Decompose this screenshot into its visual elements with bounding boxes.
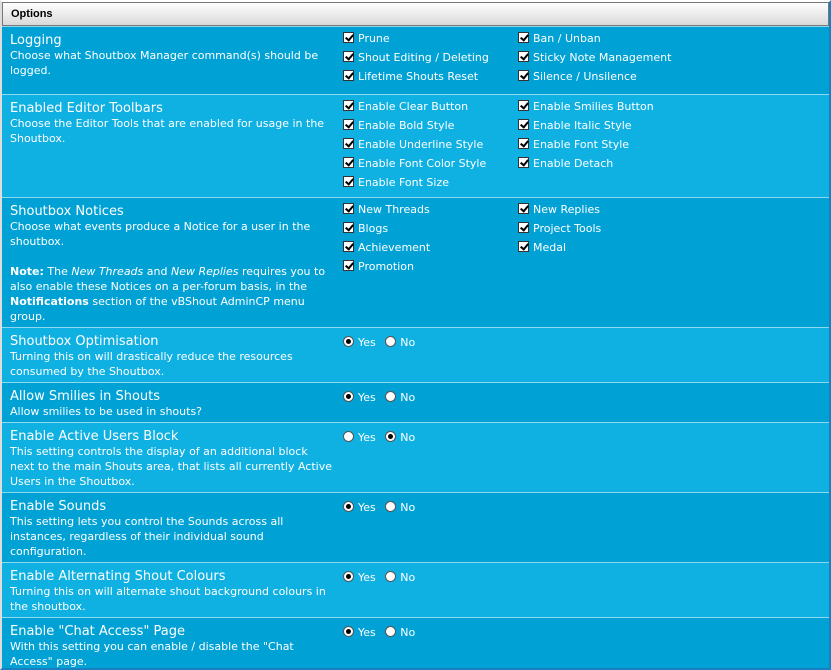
checkbox-new-replies[interactable]: New Replies [518,202,600,217]
setting-row-logging: Logging Choose what Shoutbox Manager com… [2,26,829,94]
setting-row-sounds: Enable Sounds This setting lets you cont… [2,492,829,562]
options-panel: Options Logging Choose what Shoutbox Man… [0,0,831,670]
section-title: Options [2,2,829,26]
setting-title: Enable Active Users Block [10,429,179,444]
checkbox-checked-icon[interactable] [518,241,529,252]
checkbox-font-color-style[interactable]: Enable Font Color Style [343,156,486,171]
radio-no[interactable] [385,391,397,402]
checkbox-italic-style[interactable]: Enable Italic Style [518,118,632,133]
checkbox-checked-icon[interactable] [518,138,529,149]
checkbox-lifetime-reset[interactable]: Lifetime Shouts Reset [343,69,478,84]
checkbox-medal[interactable]: Medal [518,240,566,255]
checkbox-smilies-button[interactable]: Enable Smilies Button [518,99,654,114]
setting-row-chat-access: Enable "Chat Access" Page With this sett… [2,617,829,668]
checkbox-checked-icon[interactable] [343,203,354,214]
checkbox-checked-icon[interactable] [343,176,354,187]
setting-row-optimisation: Shoutbox Optimisation Turning this on wi… [2,327,829,382]
setting-description: Choose what Shoutbox Manager command(s) … [10,49,319,77]
radio-group: Yes No [343,390,421,405]
radio-yes[interactable] [343,626,354,637]
setting-title: Enable Alternating Shout Colours [10,569,226,584]
checkbox-achievement[interactable]: Achievement [343,240,430,255]
checkbox-blogs[interactable]: Blogs [343,221,388,236]
checkbox-ban-unban[interactable]: Ban / Unban [518,31,601,46]
radio-yes[interactable] [343,571,354,582]
radio-no[interactable] [385,501,397,512]
checkbox-sticky-note[interactable]: Sticky Note Management [518,50,671,65]
setting-row-active-users: Enable Active Users Block This setting c… [2,422,829,492]
setting-description: Turning this on will drastically reduce … [10,350,293,378]
radio-no[interactable] [385,571,397,582]
checkbox-promotion[interactable]: Promotion [343,259,414,274]
radio-yes[interactable] [343,391,354,402]
setting-title: Enable Sounds [10,499,107,514]
radio-no[interactable] [385,626,397,637]
setting-row-notices: Shoutbox Notices Choose what events prod… [2,197,829,327]
checkbox-bold-style[interactable]: Enable Bold Style [343,118,454,133]
checkbox-silence[interactable]: Silence / Unsilence [518,69,637,84]
setting-title: Logging [10,33,62,48]
setting-row-toolbars: Enabled Editor Toolbars Choose the Edito… [2,94,829,197]
radio-group: Yes No [343,335,421,350]
checkbox-checked-icon[interactable] [343,70,354,81]
setting-row-alternating-colours: Enable Alternating Shout Colours Turning… [2,562,829,617]
checkbox-checked-icon[interactable] [343,51,354,62]
checkbox-checked-icon[interactable] [518,32,529,43]
radio-group: Yes No [343,570,421,585]
checkbox-checked-icon[interactable] [343,138,354,149]
checkbox-checked-icon[interactable] [343,241,354,252]
checkbox-checked-icon[interactable] [518,203,529,214]
checkbox-checked-icon[interactable] [518,51,529,62]
checkbox-checked-icon[interactable] [343,222,354,233]
checkbox-project-tools[interactable]: Project Tools [518,221,601,236]
setting-description: Choose what events produce a Notice for … [10,220,311,248]
checkbox-checked-icon[interactable] [343,100,354,111]
checkbox-checked-icon[interactable] [518,157,529,168]
radio-yes[interactable] [343,501,354,512]
setting-title: Shoutbox Notices [10,204,124,219]
radio-no[interactable] [385,431,397,442]
checkbox-checked-icon[interactable] [343,119,354,130]
checkbox-prune[interactable]: Prune [343,31,390,46]
setting-description: Allow smilies to be used in shouts? [10,405,203,418]
checkbox-checked-icon[interactable] [518,70,529,81]
radio-yes[interactable] [343,431,354,442]
setting-description: Turning this on will alternate shout bac… [10,585,326,613]
checkbox-checked-icon[interactable] [518,100,529,111]
setting-title: Allow Smilies in Shouts [10,389,161,404]
checkbox-font-size[interactable]: Enable Font Size [343,175,449,190]
checkbox-font-style[interactable]: Enable Font Style [518,137,629,152]
checkbox-checked-icon[interactable] [518,222,529,233]
setting-title: Enabled Editor Toolbars [10,101,163,116]
setting-description: Choose the Editor Tools that are enabled… [10,117,325,145]
setting-description: This setting lets you control the Sounds… [10,515,284,558]
setting-row-smilies: Allow Smilies in Shouts Allow smilies to… [2,382,829,422]
setting-description: This setting controls the display of an … [10,445,332,488]
setting-title: Enable "Chat Access" Page [10,624,185,639]
radio-no[interactable] [385,336,397,347]
checkbox-clear-button[interactable]: Enable Clear Button [343,99,468,114]
checkbox-underline-style[interactable]: Enable Underline Style [343,137,483,152]
checkbox-checked-icon[interactable] [518,119,529,130]
radio-group: Yes No [343,625,421,640]
radio-yes[interactable] [343,336,354,347]
setting-note: Note: The New Threads and New Replies re… [10,265,326,323]
checkbox-shout-editing[interactable]: Shout Editing / Deleting [343,50,489,65]
radio-group: Yes No [343,430,421,445]
checkbox-checked-icon[interactable] [343,32,354,43]
checkbox-new-threads[interactable]: New Threads [343,202,430,217]
checkbox-detach[interactable]: Enable Detach [518,156,613,171]
checkbox-checked-icon[interactable] [343,157,354,168]
checkbox-checked-icon[interactable] [343,260,354,271]
setting-title: Shoutbox Optimisation [10,334,159,349]
radio-group: Yes No [343,500,421,515]
setting-description: With this setting you can enable / disab… [10,640,294,668]
